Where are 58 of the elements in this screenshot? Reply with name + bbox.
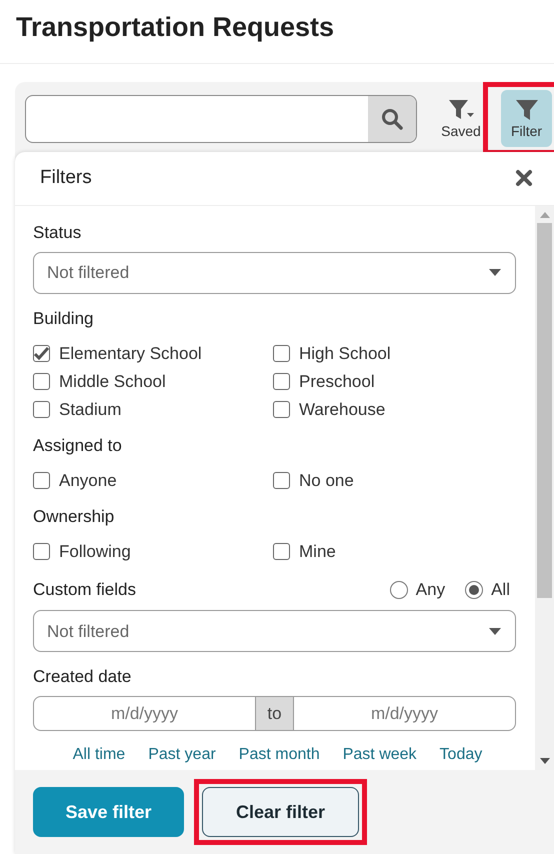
page-title: Transportation Requests	[0, 0, 554, 64]
checkbox[interactable]	[33, 542, 50, 560]
checkbox[interactable]	[33, 400, 50, 418]
radio-option[interactable]: All	[465, 576, 510, 602]
section-label: Assigned to	[33, 434, 123, 457]
date-input[interactable]: m/d/yyyy	[34, 697, 255, 730]
checkbox-option[interactable]: No one	[273, 468, 516, 492]
checkbox-option[interactable]: Anyone	[33, 468, 273, 492]
checkbox-option[interactable]: Following	[33, 540, 273, 563]
radio-option[interactable]: Any	[390, 576, 446, 602]
date-range-field[interactable]: m/d/yyyy to m/d/yyyy	[33, 696, 516, 732]
radio-button[interactable]	[390, 580, 408, 599]
date-separator: to	[255, 697, 294, 730]
funnel-icon	[514, 98, 538, 120]
save-filter-button[interactable]: Save filter	[33, 787, 184, 838]
filter-button[interactable]: Filter	[501, 90, 552, 147]
section-label: Created date	[33, 666, 132, 688]
radio-button[interactable]	[465, 580, 484, 599]
date-preset-link[interactable]: Past week	[342, 743, 417, 768]
dropdown-caret-icon	[489, 628, 501, 635]
select-dropdown[interactable]: Not filtered	[33, 610, 516, 652]
section-label: Custom fields	[33, 578, 136, 601]
date-preset-link[interactable]: Past month	[238, 743, 320, 768]
checkbox[interactable]	[33, 472, 50, 489]
date-input[interactable]: m/d/yyyy	[294, 697, 515, 730]
checkbox-option[interactable]: Elementary School	[33, 342, 273, 365]
checkbox[interactable]	[273, 344, 290, 362]
checkbox-option[interactable]: Warehouse	[273, 398, 516, 421]
clear-filter-button[interactable]: Clear filter	[202, 787, 359, 838]
panel-title: Filters	[40, 166, 92, 190]
checkbox-option[interactable]: Mine	[273, 540, 516, 563]
funnel-caret-icon	[447, 98, 475, 120]
section-label: Building	[33, 308, 94, 330]
section-label: Status	[33, 222, 82, 244]
checkbox[interactable]	[273, 472, 290, 489]
close-icon	[515, 169, 533, 188]
dropdown-caret-icon	[489, 269, 501, 276]
search-button[interactable]	[368, 96, 416, 142]
section-label: Ownership	[33, 506, 116, 528]
checkbox[interactable]	[273, 542, 290, 560]
checkbox-option[interactable]: Middle School	[33, 370, 273, 393]
date-preset-link[interactable]: Past year	[148, 743, 216, 768]
select-dropdown[interactable]: Not filtered	[33, 252, 516, 294]
checkbox[interactable]	[33, 372, 50, 390]
scrollbar[interactable]	[535, 206, 554, 770]
checkbox-option[interactable]: High School	[273, 342, 516, 365]
checkbox[interactable]	[273, 400, 290, 418]
close-button[interactable]	[514, 168, 534, 188]
scroll-down-arrow-icon[interactable]	[540, 758, 550, 764]
date-preset-link[interactable]: All time	[72, 743, 126, 768]
saved-filters-button[interactable]: Saved	[437, 90, 485, 147]
checkbox[interactable]	[273, 372, 290, 390]
checkbox-option[interactable]: Stadium	[33, 398, 273, 421]
checkbox[interactable]	[33, 344, 50, 362]
checkbox-option[interactable]: Preschool	[273, 370, 516, 393]
date-preset-link[interactable]: Today	[440, 743, 482, 768]
search-icon	[381, 108, 403, 130]
search-field[interactable]	[25, 94, 417, 142]
